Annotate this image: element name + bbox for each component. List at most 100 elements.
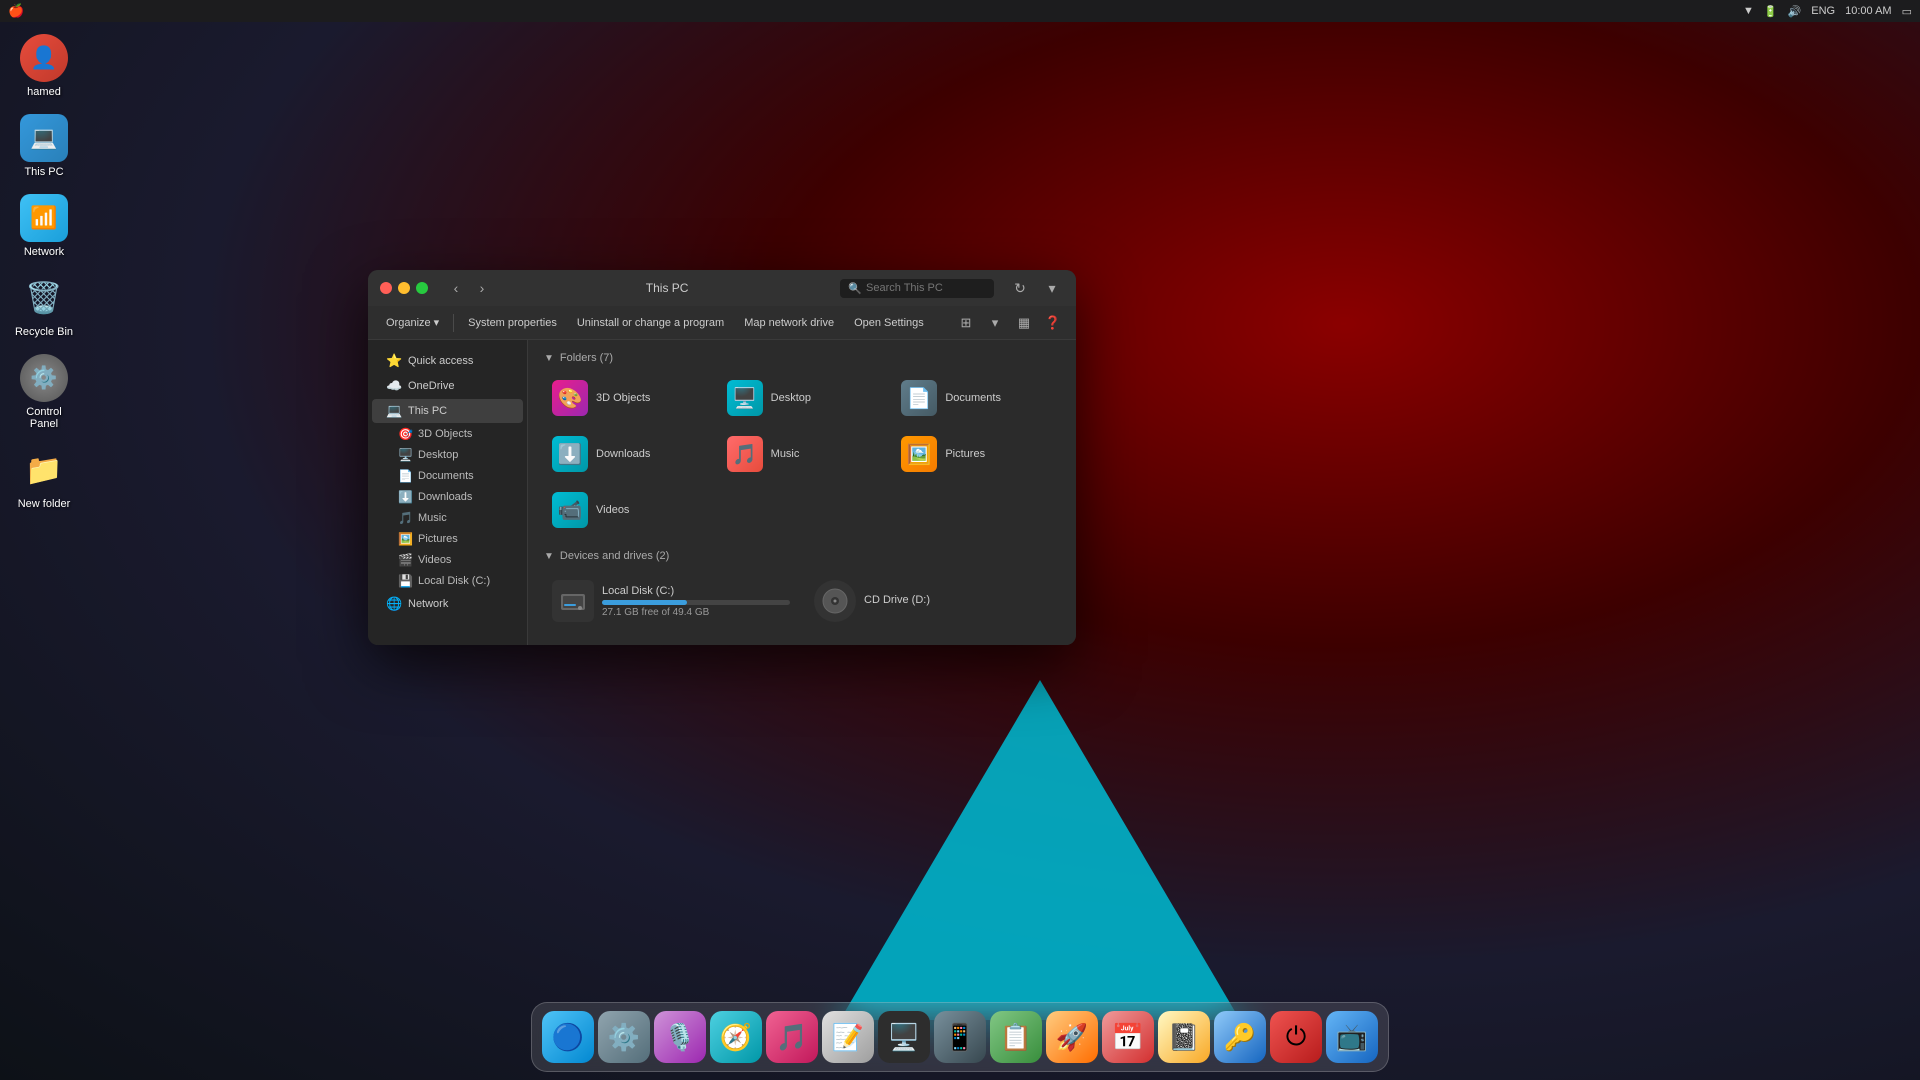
network-sidebar-label: Network: [408, 598, 448, 610]
desktop-icon-network[interactable]: 📶 Network: [8, 190, 80, 262]
shutdown-icon: ⏻: [1286, 1021, 1307, 1053]
view-options-button[interactable]: ▾: [982, 310, 1008, 336]
folder-item-3dobjects[interactable]: 🎨 3D Objects: [544, 374, 711, 422]
dock-calendar[interactable]: 📅: [1102, 1011, 1154, 1063]
dock-screenium[interactable]: 📺: [1326, 1011, 1378, 1063]
sidebar-item-network[interactable]: 🌐 Network: [372, 592, 523, 616]
dock-music[interactable]: 🎵: [766, 1011, 818, 1063]
toolbar-separator-1: [453, 314, 454, 332]
minimize-button[interactable]: [398, 282, 410, 294]
sidebar-item-onedrive[interactable]: ☁️ OneDrive: [372, 374, 523, 398]
folder-item-videos[interactable]: 📹 Videos: [544, 486, 711, 534]
localdisk-sidebar-label: Local Disk (C:): [418, 575, 490, 587]
downloads-sidebar-icon: ⬇️: [398, 490, 412, 504]
topbar-down-icon: ▼: [1743, 5, 1754, 17]
refresh-button[interactable]: ↻: [1008, 276, 1032, 300]
forward-button[interactable]: ›: [470, 276, 494, 300]
dock-terminal[interactable]: 🖥️: [878, 1011, 930, 1063]
desktop-sidebar-label: Desktop: [418, 449, 458, 461]
dock-finder[interactable]: 🔵: [542, 1011, 594, 1063]
window-traffic-lights: [380, 282, 428, 294]
dock-notes[interactable]: 📓: [1158, 1011, 1210, 1063]
drives-section-header[interactable]: ▼ Devices and drives (2): [544, 550, 1060, 562]
videos-folder-icon: 📹: [552, 492, 588, 528]
folder-item-pictures[interactable]: 🖼️ Pictures: [893, 430, 1060, 478]
topbar-lang: ENG: [1811, 5, 1835, 17]
sidebar-item-thispc[interactable]: 💻 This PC: [372, 399, 523, 423]
search-bar[interactable]: 🔍: [840, 279, 994, 298]
dock-launchpad[interactable]: 🚀: [1046, 1011, 1098, 1063]
map-drive-button[interactable]: Map network drive: [736, 314, 842, 332]
folder-item-documents[interactable]: 📄 Documents: [893, 374, 1060, 422]
organize-chevron-icon: ▾: [434, 316, 440, 329]
sidebar-item-quickaccess[interactable]: ⭐ Quick access: [372, 349, 523, 373]
music-icon: 🎵: [776, 1022, 808, 1053]
desktop-icon-newfolder[interactable]: 📁 New folder: [8, 442, 80, 514]
sidebar-item-documents[interactable]: 📄 Documents: [372, 466, 523, 486]
desktop-icon-thispc[interactable]: 💻 This PC: [8, 110, 80, 182]
pane-toggle-button[interactable]: ▦: [1011, 310, 1037, 336]
uninstall-button[interactable]: Uninstall or change a program: [569, 314, 732, 332]
videos-folder-label: Videos: [596, 504, 629, 516]
localc-bar-fill: [602, 600, 687, 605]
quickaccess-label: Quick access: [408, 355, 473, 367]
3dobjects-folder-icon: 🎨: [552, 380, 588, 416]
safari-icon: 🧭: [720, 1022, 752, 1053]
localc-drive-name: Local Disk (C:): [602, 585, 790, 597]
dock-textedit[interactable]: 📝: [822, 1011, 874, 1063]
maximize-button[interactable]: [416, 282, 428, 294]
folders-section-header[interactable]: ▼ Folders (7): [544, 352, 1060, 364]
system-properties-button[interactable]: System properties: [460, 314, 565, 332]
dock-sysprefs[interactable]: ⚙️: [598, 1011, 650, 1063]
dock-siri[interactable]: 🎙️: [654, 1011, 706, 1063]
help-button[interactable]: ❓: [1040, 310, 1066, 336]
sidebar-item-3dobjects[interactable]: 🎯 3D Objects: [372, 424, 523, 444]
dock-shutdown[interactable]: ⏻: [1270, 1011, 1322, 1063]
dock-notes2[interactable]: 📋: [990, 1011, 1042, 1063]
network-icon: 📶: [20, 194, 68, 242]
desktop-decoration: [840, 680, 1240, 1020]
textedit-icon: 📝: [832, 1022, 864, 1053]
music-folder-icon: 🎵: [727, 436, 763, 472]
folder-item-desktop[interactable]: 🖥️ Desktop: [719, 374, 886, 422]
open-settings-button[interactable]: Open Settings: [846, 314, 932, 332]
desktop-folder-icon: 🖥️: [727, 380, 763, 416]
sidebar-item-videos[interactable]: 🎬 Videos: [372, 550, 523, 570]
search-input[interactable]: [866, 282, 986, 294]
address-dropdown-button[interactable]: ▾: [1040, 276, 1064, 300]
system-properties-label: System properties: [468, 317, 557, 329]
desktop-folder-label: Desktop: [771, 392, 811, 404]
sidebar-item-desktop[interactable]: 🖥️ Desktop: [372, 445, 523, 465]
desktop-icon-recycle[interactable]: 🗑️ Recycle Bin: [8, 270, 80, 342]
apple-menu-icon[interactable]: 🍎: [8, 3, 24, 19]
folder-item-music[interactable]: 🎵 Music: [719, 430, 886, 478]
sidebar-item-localdisk[interactable]: 💾 Local Disk (C:): [372, 571, 523, 591]
drive-item-localc[interactable]: Local Disk (C:) 27.1 GB free of 49.4 GB: [544, 572, 798, 630]
dock: 🔵 ⚙️ 🎙️ 🧭 🎵 📝 🖥️ 📱 📋 🚀 📅 📓 🔑: [531, 1002, 1389, 1072]
dock-1password[interactable]: 🔑: [1214, 1011, 1266, 1063]
pictures-folder-icon: 🖼️: [901, 436, 937, 472]
folders-grid: 🎨 3D Objects 🖥️ Desktop 📄 Documents ⬇️ D…: [544, 374, 1060, 534]
desktop-icon-hamed[interactable]: 👤 hamed: [8, 30, 80, 102]
thispc-label: This PC: [24, 166, 63, 178]
new-folder-label: New folder: [18, 498, 71, 510]
sidebar-item-downloads[interactable]: ⬇️ Downloads: [372, 487, 523, 507]
close-button[interactable]: [380, 282, 392, 294]
sidebar-item-pictures[interactable]: 🖼️ Pictures: [372, 529, 523, 549]
dock-ios[interactable]: 📱: [934, 1011, 986, 1063]
explorer-title-bar: ‹ › This PC 🔍 ↻ ▾: [368, 270, 1076, 306]
view-toggle-button[interactable]: ⊞: [953, 310, 979, 336]
organize-button[interactable]: Organize ▾: [378, 313, 447, 332]
back-button[interactable]: ‹: [444, 276, 468, 300]
sidebar-item-music[interactable]: 🎵 Music: [372, 508, 523, 528]
3dobjects-sidebar-icon: 🎯: [398, 427, 412, 441]
downloads-folder-icon: ⬇️: [552, 436, 588, 472]
folder-item-downloads[interactable]: ⬇️ Downloads: [544, 430, 711, 478]
explorer-window: ‹ › This PC 🔍 ↻ ▾ Organize ▾ System prop…: [368, 270, 1076, 645]
dock-safari[interactable]: 🧭: [710, 1011, 762, 1063]
3dobjects-sidebar-label: 3D Objects: [418, 428, 472, 440]
drive-item-cdd[interactable]: CD Drive (D:): [806, 572, 1060, 630]
downloads-sidebar-label: Downloads: [418, 491, 472, 503]
topbar-volume-icon: 🔊: [1788, 5, 1802, 18]
desktop-icon-controlpanel[interactable]: ⚙️ Control Panel: [8, 350, 80, 434]
